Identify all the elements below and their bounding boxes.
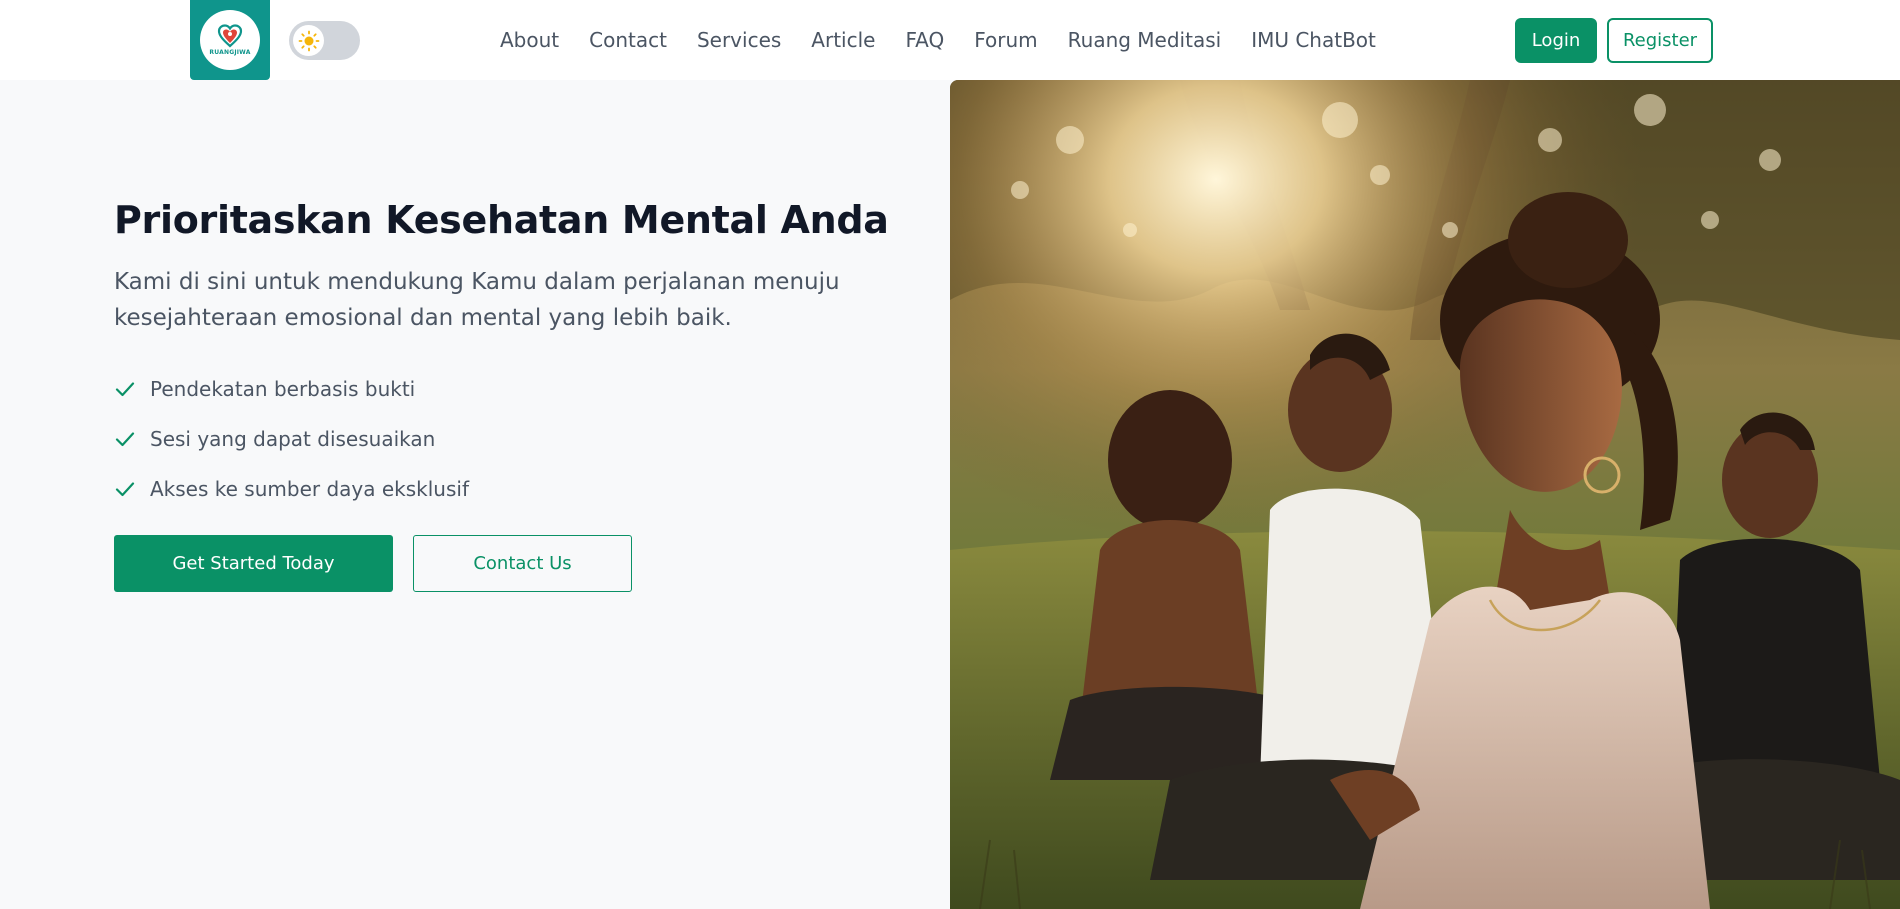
hero-subtitle: Kami di sini untuk mendukung Kamu dalam …: [114, 269, 840, 331]
sun-icon: [298, 30, 319, 51]
contact-us-button[interactable]: Contact Us: [413, 535, 632, 592]
nav-imu-chatbot[interactable]: IMU ChatBot: [1251, 28, 1376, 52]
hero-title: Prioritaskan Kesehatan Mental Anda: [114, 198, 889, 242]
nav-faq[interactable]: FAQ: [905, 28, 944, 52]
theme-toggle[interactable]: [289, 21, 360, 60]
check-icon: [114, 476, 140, 502]
navbar: RUANGJIWA About Contact Services Article…: [0, 0, 1900, 80]
heart-logo-icon: [217, 24, 243, 48]
main-nav: About Contact Services Article FAQ Forum…: [500, 0, 1376, 80]
feature-item: Sesi yang dapat disesuaikan: [114, 414, 469, 464]
get-started-button[interactable]: Get Started Today: [114, 535, 393, 592]
feature-label: Sesi yang dapat disesuaikan: [150, 427, 436, 451]
feature-item: Pendekatan berbasis bukti: [114, 364, 469, 414]
nav-forum[interactable]: Forum: [974, 28, 1037, 52]
nav-article[interactable]: Article: [811, 28, 875, 52]
feature-label: Akses ke sumber daya eksklusif: [150, 477, 469, 501]
nav-services[interactable]: Services: [697, 28, 781, 52]
feature-label: Pendekatan berbasis bukti: [150, 377, 416, 401]
hero-image: [950, 80, 1900, 909]
check-icon: [114, 426, 140, 452]
feature-item: Akses ke sumber daya eksklusif: [114, 464, 469, 514]
register-button[interactable]: Register: [1607, 18, 1713, 63]
feature-list: Pendekatan berbasis bukti Sesi yang dapa…: [114, 364, 469, 514]
brand-logo[interactable]: RUANGJIWA: [190, 0, 270, 80]
nav-ruang-meditasi[interactable]: Ruang Meditasi: [1068, 28, 1222, 52]
meditation-photo: [950, 80, 1900, 909]
logo-wordmark: RUANGJIWA: [209, 49, 251, 56]
logo-badge: RUANGJIWA: [200, 10, 260, 70]
check-icon: [114, 376, 140, 402]
nav-contact[interactable]: Contact: [589, 28, 667, 52]
nav-about[interactable]: About: [500, 28, 559, 52]
login-button[interactable]: Login: [1515, 18, 1597, 63]
toggle-knob: [293, 25, 324, 56]
